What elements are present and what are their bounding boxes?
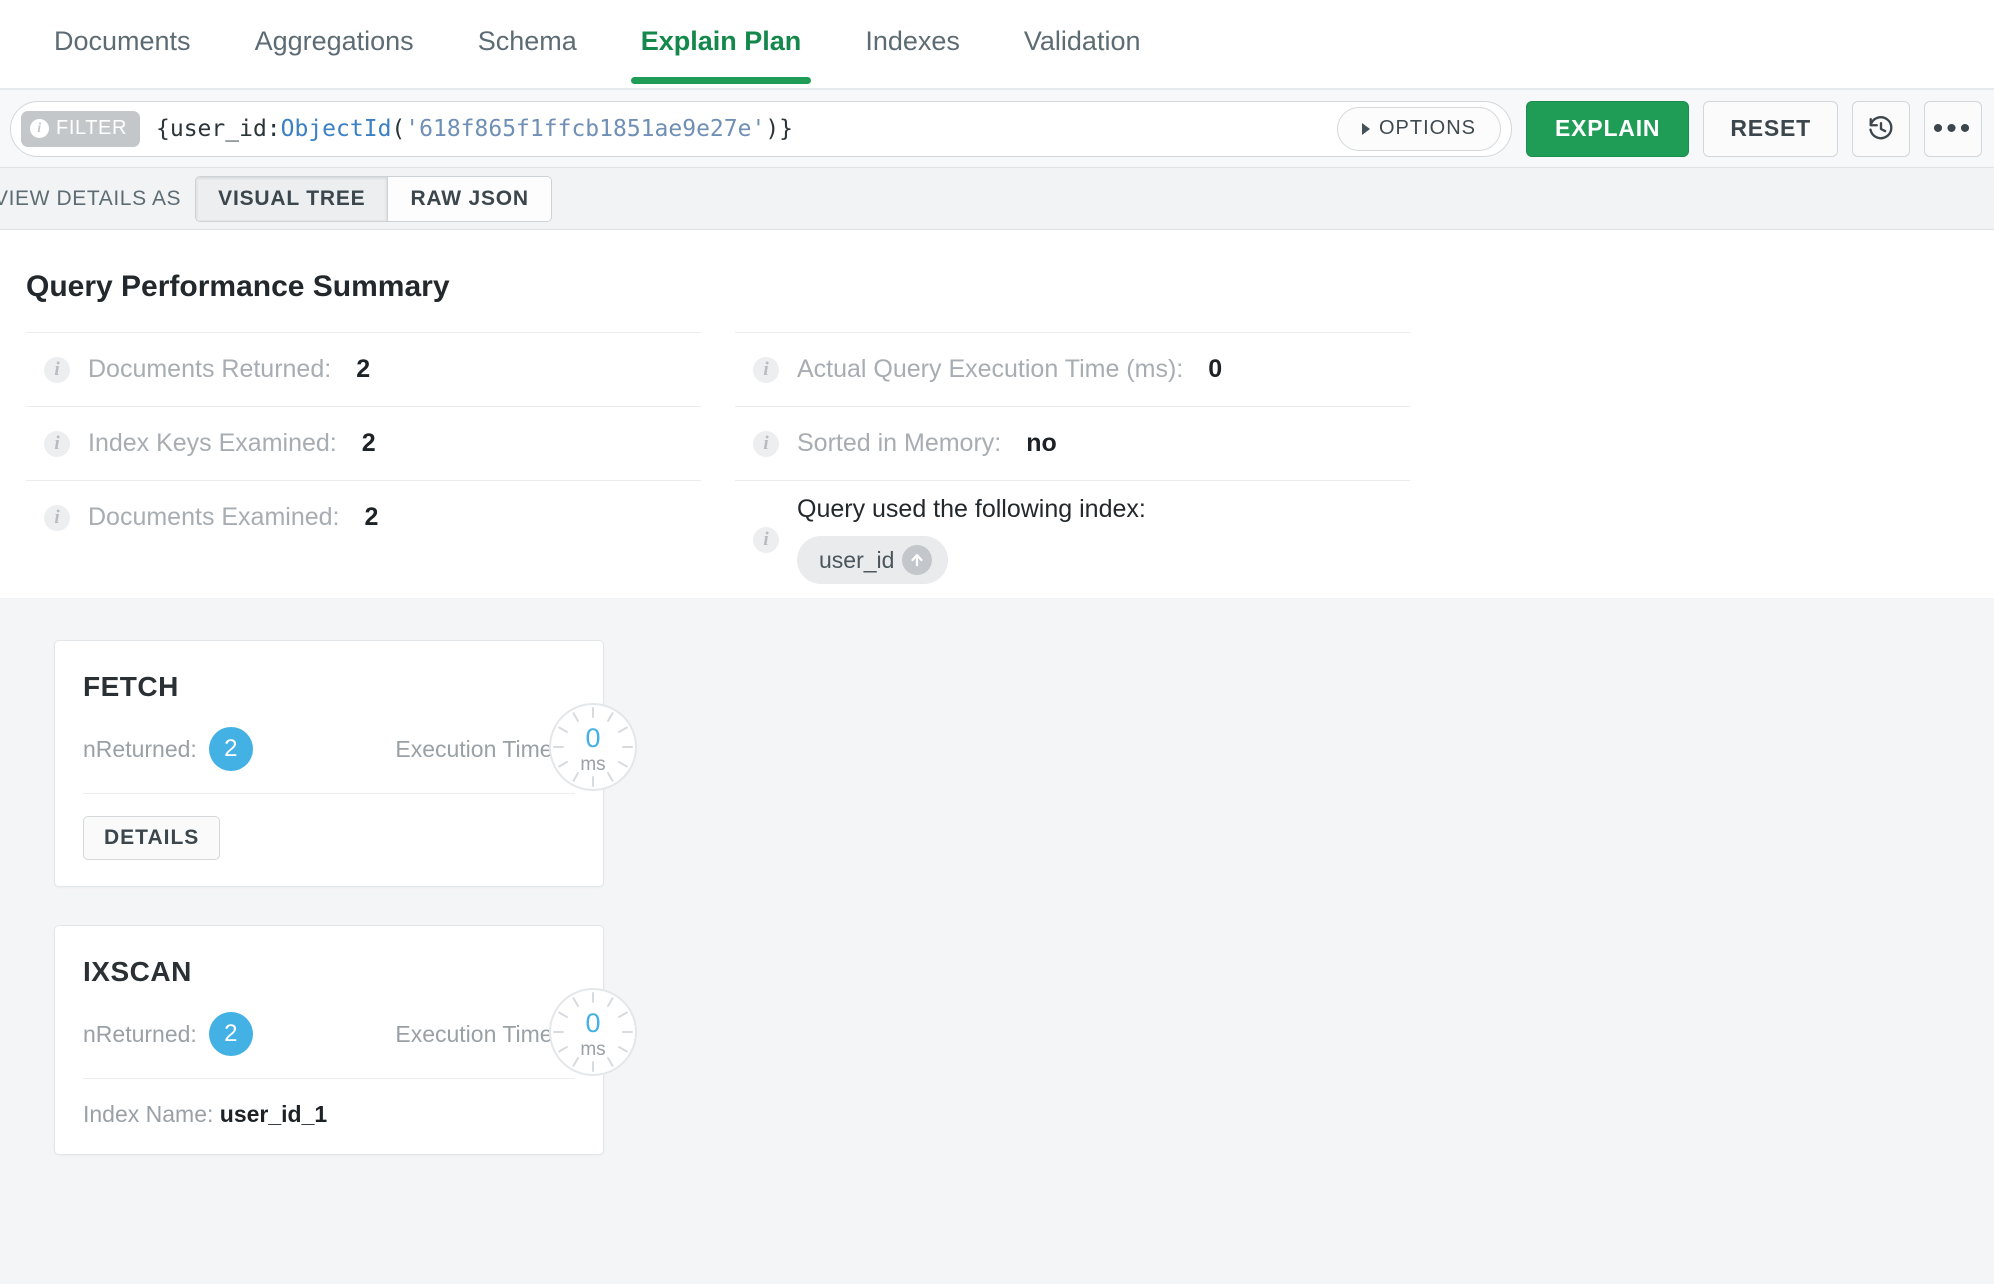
- tab-label: Validation: [1023, 26, 1141, 56]
- node-divider: [83, 1078, 575, 1079]
- view-mode-label: VISUAL TREE: [218, 186, 366, 210]
- nreturned-label: nReturned:: [83, 1020, 197, 1047]
- query-history-button[interactable]: [1852, 100, 1910, 157]
- tab-label: Explain Plan: [640, 26, 802, 56]
- filter-open-paren: (: [391, 115, 406, 142]
- tab-bar: Documents Aggregations Schema Explain Pl…: [0, 0, 1994, 90]
- index-name-label: Index Name:: [83, 1101, 214, 1127]
- summary-title: Query Performance Summary: [26, 270, 450, 303]
- node-title: IXSCAN: [83, 956, 192, 987]
- index-name-row: Index Name: user_id_1: [83, 1101, 575, 1128]
- summary-label: Documents Returned:: [88, 355, 332, 383]
- explain-visual-tree: FETCH nReturned: 2 Execution Time: 0 ms …: [0, 598, 1994, 1284]
- gauge-value: 0: [585, 723, 601, 753]
- filter-badge: i FILTER: [21, 110, 141, 147]
- gauge-unit: ms: [580, 754, 606, 775]
- tab-aggregations[interactable]: Aggregations: [223, 0, 446, 84]
- summary-row-sorted-in-memory: i Sorted in Memory: no: [735, 406, 1410, 480]
- summary-row-index-used: i Query used the following index: user_i…: [735, 480, 1410, 598]
- node-title: FETCH: [83, 671, 179, 702]
- view-mode-raw-json[interactable]: RAW JSON: [387, 176, 551, 221]
- query-performance-summary: Query Performance Summary i Documents Re…: [0, 230, 1994, 598]
- tree-node-fetch[interactable]: FETCH nReturned: 2 Execution Time: 0 ms …: [54, 640, 1994, 887]
- summary-row-documents-returned: i Documents Returned: 2: [26, 332, 701, 406]
- tab-label: Documents: [54, 26, 191, 56]
- summary-value: 2: [361, 429, 376, 457]
- summary-row-documents-examined: i Documents Examined: 2: [26, 480, 701, 554]
- options-button[interactable]: OPTIONS: [1337, 106, 1502, 151]
- info-icon: i: [753, 356, 779, 383]
- info-icon: i: [753, 526, 779, 553]
- summary-value: 2: [356, 355, 371, 383]
- filter-objectid-value: '618f865f1ffcb1851ae9e27e': [405, 115, 766, 142]
- explain-button[interactable]: EXPLAIN: [1526, 100, 1690, 157]
- summary-value: 0: [1208, 355, 1223, 383]
- chevron-right-icon: [1362, 122, 1370, 135]
- summary-right-column: i Actual Query Execution Time (ms): 0 i …: [735, 332, 1410, 598]
- execution-time-gauge: 0 ms: [543, 697, 643, 797]
- summary-label: Actual Query Execution Time (ms):: [797, 355, 1184, 383]
- index-badge[interactable]: user_id: [797, 536, 949, 584]
- view-details-label: VIEW DETAILS AS: [0, 186, 182, 210]
- gauge-value: 0: [585, 1008, 601, 1038]
- summary-row-index-keys-examined: i Index Keys Examined: 2: [26, 406, 701, 480]
- tab-validation[interactable]: Validation: [992, 0, 1173, 84]
- reset-button[interactable]: RESET: [1703, 100, 1838, 157]
- info-icon: i: [30, 119, 49, 138]
- tab-label: Indexes: [865, 26, 960, 56]
- nreturned-label: nReturned:: [83, 735, 197, 762]
- summary-value: 2: [364, 503, 379, 531]
- filter-prefix: {user_id:: [156, 115, 281, 142]
- info-icon: i: [44, 504, 70, 531]
- summary-value: no: [1026, 429, 1057, 457]
- tab-explain-plan[interactable]: Explain Plan: [609, 0, 834, 84]
- summary-row-execution-time: i Actual Query Execution Time (ms): 0: [735, 332, 1410, 406]
- details-button[interactable]: DETAILS: [83, 816, 221, 860]
- filter-badge-label: FILTER: [56, 117, 128, 139]
- nreturned-value: 2: [208, 727, 253, 771]
- index-name-value: user_id_1: [219, 1101, 328, 1127]
- history-icon: [1869, 115, 1893, 139]
- active-tab-underline: [630, 77, 812, 84]
- execution-time-gauge: 0 ms: [543, 982, 643, 1082]
- tab-label: Schema: [477, 26, 577, 56]
- options-label: OPTIONS: [1379, 117, 1477, 139]
- info-icon: i: [44, 430, 70, 457]
- view-details-bar: VIEW DETAILS AS VISUAL TREE RAW JSON: [0, 168, 1994, 230]
- view-mode-label: RAW JSON: [410, 186, 529, 210]
- filter-query-text[interactable]: {user_id:ObjectId('618f865f1ffcb1851ae9e…: [156, 116, 793, 142]
- explain-label: EXPLAIN: [1555, 115, 1661, 141]
- more-options-button[interactable]: •••: [1924, 100, 1982, 157]
- node-divider: [83, 793, 575, 794]
- reset-label: RESET: [1730, 115, 1811, 141]
- filter-close-paren: )}: [765, 115, 794, 142]
- view-mode-visual-tree[interactable]: VISUAL TREE: [196, 176, 388, 221]
- info-icon: i: [44, 356, 70, 383]
- ellipsis-icon: •••: [1932, 111, 1974, 145]
- tab-indexes[interactable]: Indexes: [833, 0, 992, 84]
- nreturned-value: 2: [208, 1012, 253, 1056]
- gauge-unit: ms: [580, 1039, 606, 1060]
- summary-left-column: i Documents Returned: 2 i Index Keys Exa…: [26, 332, 701, 598]
- summary-label: Sorted in Memory:: [797, 429, 1002, 457]
- arrow-up-icon: [902, 545, 933, 575]
- info-icon: i: [753, 430, 779, 457]
- tab-label: Aggregations: [254, 26, 414, 56]
- query-bar: i FILTER {user_id:ObjectId('618f865f1ffc…: [0, 90, 1994, 168]
- index-badge-label: user_id: [819, 546, 895, 573]
- tab-schema[interactable]: Schema: [446, 0, 609, 84]
- summary-label: Index Keys Examined:: [88, 429, 337, 457]
- details-label: DETAILS: [104, 826, 200, 849]
- tab-documents[interactable]: Documents: [22, 0, 223, 84]
- index-used-title: Query used the following index:: [797, 495, 1146, 523]
- view-mode-toggle: VISUAL TREE RAW JSON: [195, 175, 552, 222]
- filter-objectid-fn: ObjectId: [280, 115, 392, 142]
- filter-input[interactable]: i FILTER {user_id:ObjectId('618f865f1ffc…: [10, 100, 1513, 157]
- summary-label: Documents Examined:: [88, 503, 340, 531]
- tree-node-ixscan[interactable]: IXSCAN nReturned: 2 Execution Time: 0 ms…: [54, 925, 637, 1155]
